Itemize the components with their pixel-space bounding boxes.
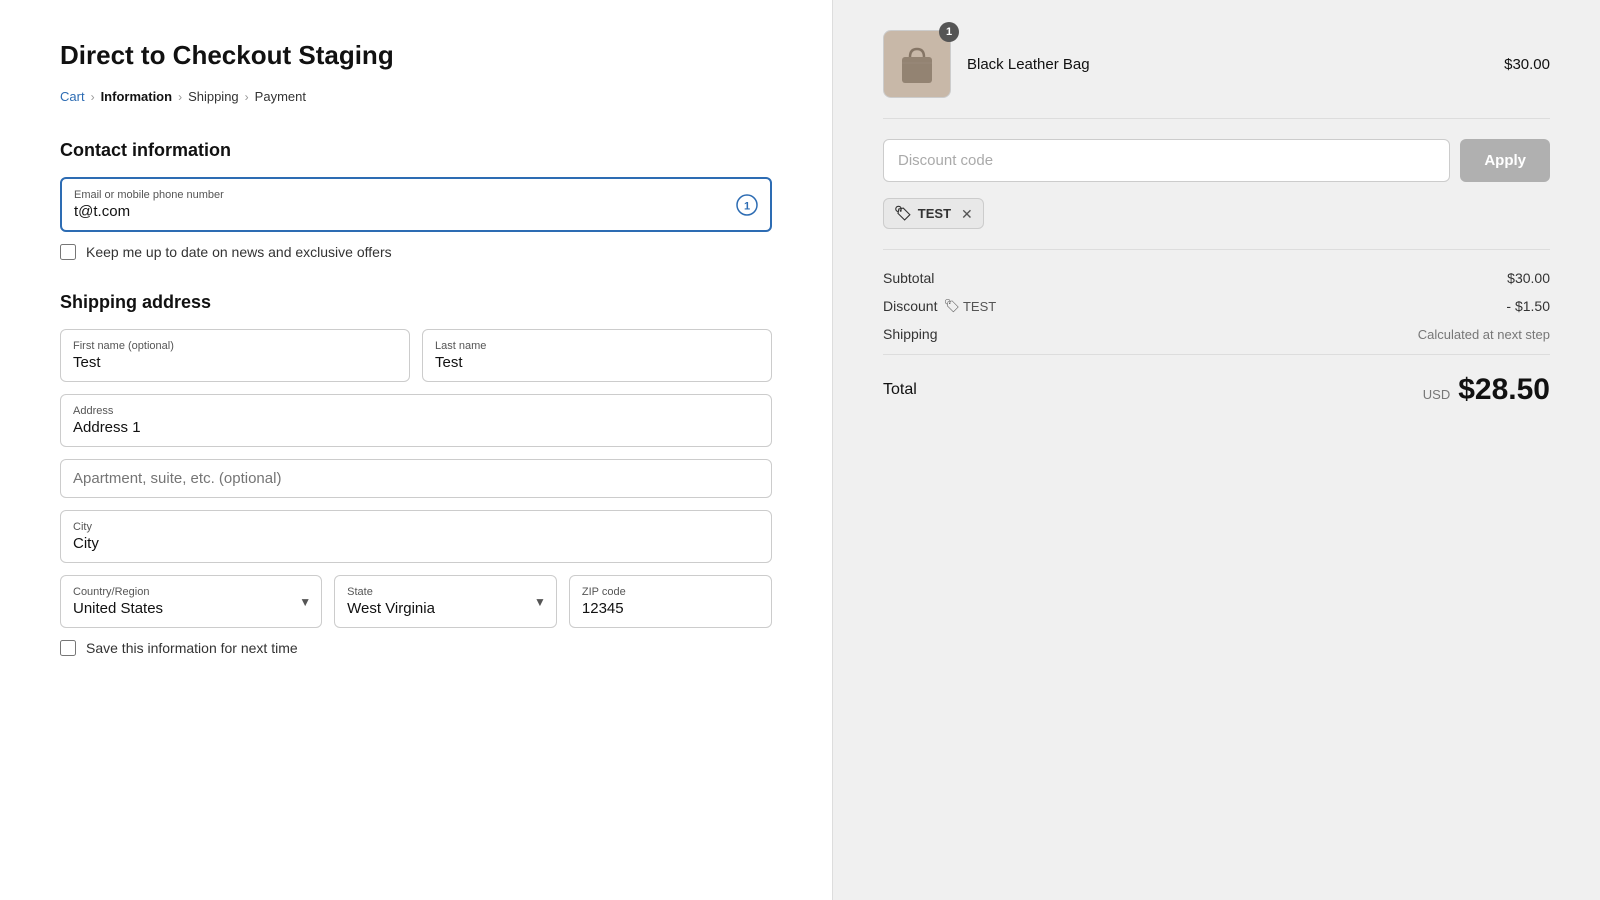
discount-label-group: Discount 🏷 TEST	[883, 298, 996, 314]
tag-icon: 🏷	[894, 205, 912, 222]
discount-summary-label: Discount	[883, 298, 937, 314]
country-group: Country/Region United States Canada Unit…	[60, 575, 322, 628]
discount-tag: 🏷 TEST ✕	[883, 198, 984, 229]
last-name-label: Last name	[435, 340, 759, 352]
address-row: Address	[60, 394, 772, 447]
state-label: State	[347, 586, 544, 598]
name-row: First name (optional) Last name	[60, 329, 772, 382]
subtotal-label: Subtotal	[883, 270, 934, 286]
address2-group	[60, 459, 772, 498]
shipping-row: Shipping Calculated at next step	[883, 326, 1550, 342]
email-label: Email or mobile phone number	[74, 189, 726, 201]
state-select[interactable]: West Virginia California Texas	[347, 600, 544, 617]
address-input[interactable]	[73, 419, 759, 436]
last-name-input[interactable]	[435, 354, 759, 371]
summary-section: Subtotal $30.00 Discount 🏷 TEST - $1.50 …	[883, 249, 1550, 407]
discount-tag-row: 🏷 TEST ✕	[883, 198, 1550, 229]
breadcrumb-sep-1: ›	[91, 90, 95, 104]
shipping-section: Shipping address First name (optional) L…	[60, 292, 772, 656]
right-panel: 1 Black Leather Bag $30.00 Apply 🏷 TEST …	[832, 0, 1600, 900]
product-image	[883, 30, 951, 98]
save-info-row: Save this information for next time	[60, 640, 772, 656]
product-image-wrapper: 1	[883, 30, 951, 98]
subtotal-row: Subtotal $30.00	[883, 270, 1550, 286]
contact-section: Contact information Email or mobile phon…	[60, 140, 772, 260]
product-price: $30.00	[1504, 56, 1550, 73]
discount-tag-name: TEST	[918, 206, 951, 221]
newsletter-checkbox[interactable]	[60, 244, 76, 260]
svg-text:1: 1	[744, 200, 750, 212]
page-title: Direct to Checkout Staging	[60, 40, 772, 71]
newsletter-row: Keep me up to date on news and exclusive…	[60, 244, 772, 260]
save-info-checkbox[interactable]	[60, 640, 76, 656]
zip-input[interactable]	[582, 600, 759, 617]
first-name-label: First name (optional)	[73, 340, 397, 352]
newsletter-label: Keep me up to date on news and exclusive…	[86, 244, 392, 260]
email-field-wrapper: Email or mobile phone number 1	[60, 177, 772, 232]
shipping-value: Calculated at next step	[1418, 327, 1550, 342]
address2-input[interactable]	[73, 470, 759, 487]
product-quantity-badge: 1	[939, 22, 959, 42]
discount-summary-row: Discount 🏷 TEST - $1.50	[883, 298, 1550, 314]
breadcrumb-payment: Payment	[255, 89, 306, 104]
subtotal-value: $30.00	[1507, 270, 1550, 286]
left-panel: Direct to Checkout Staging Cart › Inform…	[0, 0, 832, 900]
city-input[interactable]	[73, 535, 759, 552]
country-label: Country/Region	[73, 586, 309, 598]
apply-button[interactable]: Apply	[1460, 139, 1550, 182]
total-label: Total	[883, 381, 917, 399]
total-amount: $28.50	[1458, 373, 1550, 407]
breadcrumb-sep-3: ›	[245, 90, 249, 104]
breadcrumb-sep-2: ›	[178, 90, 182, 104]
discount-inline-tag: 🏷 TEST	[943, 298, 996, 314]
discount-input[interactable]	[883, 139, 1450, 182]
product-name: Black Leather Bag	[967, 56, 1488, 73]
zip-label: ZIP code	[582, 586, 759, 598]
city-label: City	[73, 521, 759, 533]
contact-section-title: Contact information	[60, 140, 772, 161]
state-group: State West Virginia California Texas ▼	[334, 575, 557, 628]
breadcrumb: Cart › Information › Shipping › Payment	[60, 89, 772, 104]
address-group: Address	[60, 394, 772, 447]
shipping-label: Shipping	[883, 326, 938, 342]
discount-inline-tag-icon: 🏷	[943, 298, 960, 314]
address2-row	[60, 459, 772, 498]
region-row: Country/Region United States Canada Unit…	[60, 575, 772, 628]
zip-group: ZIP code	[569, 575, 772, 628]
address-label: Address	[73, 405, 759, 417]
discount-row: Apply	[883, 139, 1550, 182]
city-row: City	[60, 510, 772, 563]
remove-discount-button[interactable]: ✕	[957, 207, 973, 221]
product-row: 1 Black Leather Bag $30.00	[883, 30, 1550, 119]
discount-inline-tag-name: TEST	[963, 299, 996, 314]
total-right: USD $28.50	[1423, 373, 1550, 407]
first-name-group: First name (optional)	[60, 329, 410, 382]
breadcrumb-information: Information	[101, 89, 173, 104]
city-group: City	[60, 510, 772, 563]
total-row: Total USD $28.50	[883, 354, 1550, 407]
bag-illustration	[892, 39, 942, 89]
discount-amount: - $1.50	[1506, 298, 1550, 314]
save-info-label: Save this information for next time	[86, 640, 298, 656]
password-manager-icon: 1	[736, 194, 758, 216]
first-name-input[interactable]	[73, 354, 397, 371]
total-currency: USD	[1423, 387, 1450, 402]
shipping-section-title: Shipping address	[60, 292, 772, 313]
email-input[interactable]	[74, 203, 726, 220]
breadcrumb-cart[interactable]: Cart	[60, 89, 85, 104]
last-name-group: Last name	[422, 329, 772, 382]
breadcrumb-shipping: Shipping	[188, 89, 239, 104]
country-select[interactable]: United States Canada United Kingdom	[73, 600, 309, 617]
